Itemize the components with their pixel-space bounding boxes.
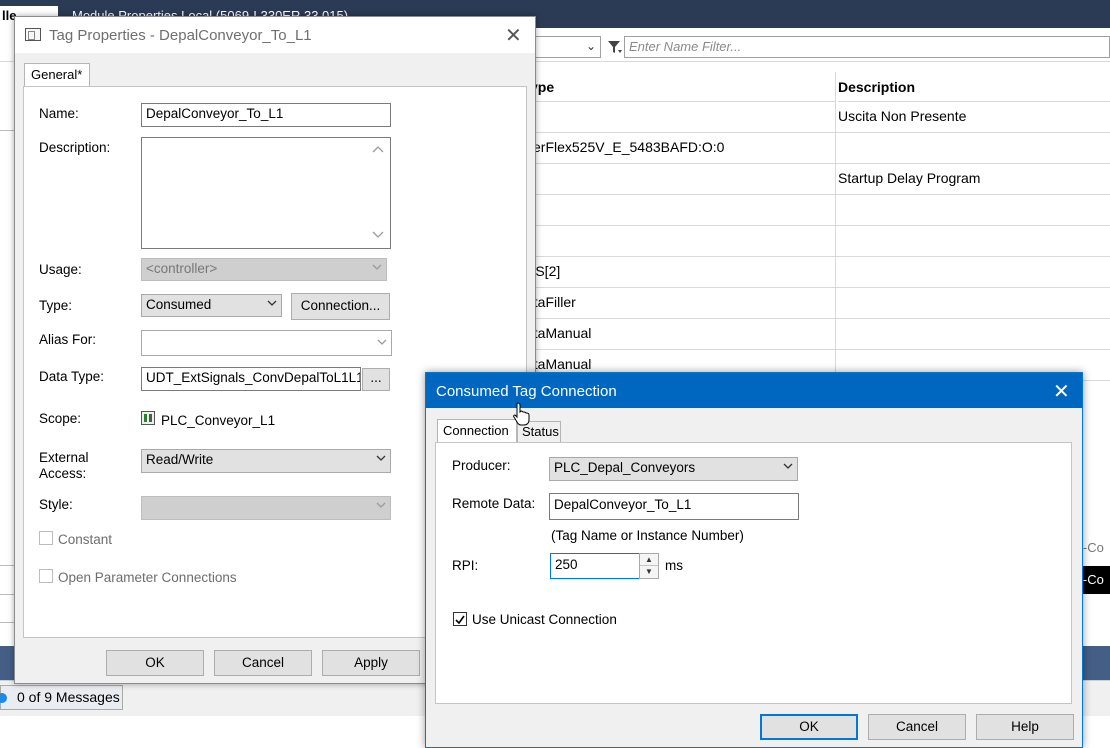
style-label: Style: [39, 497, 73, 512]
cell-description: Uscita Non Presente [838, 108, 967, 124]
chevron-down-icon [783, 463, 793, 469]
cell-data-type: ataManual [526, 325, 592, 341]
type-select[interactable]: Consumed [141, 294, 282, 317]
scroll-up-icon[interactable] [372, 144, 384, 154]
stepper-down-icon[interactable]: ▼ [640, 566, 658, 578]
producer-value: PLC_Depal_Conveyors [554, 460, 696, 475]
hand-cursor-icon [513, 402, 530, 426]
connection-tab-panel [435, 442, 1072, 704]
tab-connection[interactable]: Connection [437, 419, 517, 443]
type-value: Consumed [146, 297, 212, 312]
divider [0, 622, 14, 623]
rpi-stepper[interactable]: ▲ ▼ [639, 553, 659, 579]
close-icon[interactable]: ✕ [505, 23, 522, 48]
scope-label: Scope: [39, 411, 82, 426]
rpi-label: RPI: [452, 558, 479, 573]
rpi-input[interactable]: 250 [550, 553, 640, 579]
usage-value: <controller> [146, 261, 218, 276]
table-row[interactable] [526, 195, 1110, 226]
alias-for-label: Alias For: [39, 332, 97, 347]
chevron-down-icon [377, 339, 387, 345]
apply-button[interactable]: Apply [322, 650, 420, 676]
help-button[interactable]: Help [976, 714, 1074, 740]
cell-description: Startup Delay Program [838, 170, 981, 186]
close-icon[interactable]: ✕ [1053, 379, 1070, 404]
messages-tab[interactable]: 0 of 9 Messages [0, 685, 123, 710]
ok-button[interactable]: OK [106, 650, 204, 676]
alias-for-select[interactable] [141, 330, 392, 356]
ok-button[interactable]: OK [760, 714, 858, 740]
remote-data-field[interactable]: DepalConveyor_To_L1 [549, 493, 799, 520]
table-row[interactable]: Startup Delay Program [526, 164, 1110, 195]
right-panel-fragment: l-Co [1080, 540, 1104, 555]
window-icon [25, 28, 41, 41]
constant-checkbox [39, 531, 53, 545]
info-icon [0, 693, 7, 703]
constant-label: Constant [58, 532, 113, 547]
cell-data-type: ataFiller [526, 294, 576, 310]
external-access-select[interactable]: Read/Write [141, 449, 391, 473]
cancel-button[interactable]: Cancel [214, 650, 312, 676]
tag-properties-titlebar[interactable]: Tag Properties - DepalConveyor_To_L1 ✕ [15, 17, 535, 53]
style-select [141, 496, 391, 520]
chevron-down-icon [267, 300, 277, 306]
messages-count: 0 of 9 Messages [17, 689, 120, 705]
divider [0, 565, 14, 566]
usage-label: Usage: [39, 262, 82, 277]
right-panel-fragment-selected: l-Co [1080, 566, 1110, 594]
table-row[interactable] [526, 226, 1110, 257]
chevron-down-icon [372, 264, 382, 270]
cell-data-type: ataManual [526, 356, 592, 372]
usage-select: <controller> [141, 258, 387, 281]
chevron-down-icon [376, 502, 386, 508]
filter-icon[interactable] [606, 38, 624, 56]
connection-button[interactable]: Connection... [291, 293, 390, 320]
unicast-label: Use Unicast Connection [472, 612, 617, 627]
name-label: Name: [39, 106, 79, 121]
table-row[interactable]: Uscita Non Presente [526, 102, 1110, 133]
dialog-title: Consumed Tag Connection [436, 383, 617, 400]
scroll-down-icon[interactable] [372, 230, 384, 240]
name-filter-input[interactable]: Enter Name Filter... [624, 36, 1110, 58]
open-parameter-connections-checkbox [39, 569, 53, 583]
table-row[interactable]: verFlex525V_E_5483BAFD:O:0 [526, 133, 1110, 164]
description-label: Description: [39, 140, 111, 155]
chevron-down-icon [376, 455, 386, 461]
rpi-unit: ms [665, 558, 683, 573]
type-label: Type: [39, 298, 73, 313]
column-header-description[interactable]: Description [838, 72, 1110, 102]
table-row[interactable]: PS[2] [526, 257, 1110, 288]
data-type-field[interactable]: UDT_ExtSignals_ConvDepalToL1L1 [141, 367, 361, 391]
external-access-value: Read/Write [146, 452, 214, 467]
unicast-checkbox[interactable] [453, 612, 467, 626]
data-type-label: Data Type: [39, 369, 105, 384]
remote-data-hint: (Tag Name or Instance Number) [551, 528, 744, 543]
tab-general[interactable]: General* [24, 63, 90, 87]
name-field[interactable]: DepalConveyor_To_L1 [141, 103, 391, 127]
cell-data-type: PS[2] [526, 263, 561, 279]
external-access-label-2: Access: [39, 466, 87, 481]
cancel-button[interactable]: Cancel [868, 714, 966, 740]
browse-data-type-button[interactable]: ... [362, 368, 390, 391]
divider [0, 594, 14, 595]
checkmark-icon [455, 615, 465, 625]
column-header-type[interactable]: ype [530, 72, 835, 102]
cell-data-type: verFlex525V_E_5483BAFD:O:0 [526, 139, 725, 155]
producer-select[interactable]: PLC_Depal_Conveyors [549, 457, 798, 481]
scope-combo[interactable]: ⌄ [535, 36, 601, 58]
controller-icon [141, 411, 155, 425]
remote-data-label: Remote Data: [452, 496, 536, 511]
dialog-title: Tag Properties - DepalConveyor_To_L1 [49, 27, 312, 44]
open-parameter-connections-label: Open Parameter Connections [58, 570, 237, 585]
table-row[interactable]: ataManual [526, 319, 1110, 350]
divider [0, 130, 14, 131]
consumed-tag-connection-dialog: Consumed Tag Connection ✕ Connection Sta… [425, 372, 1083, 748]
table-row[interactable]: ataFiller [526, 288, 1110, 319]
scope-value: PLC_Conveyor_L1 [161, 413, 276, 428]
chevron-down-icon: ⌄ [585, 39, 596, 53]
description-field[interactable] [141, 137, 391, 249]
producer-label: Producer: [452, 458, 511, 473]
stepper-up-icon[interactable]: ▲ [640, 554, 658, 566]
external-access-label: External [39, 450, 89, 465]
